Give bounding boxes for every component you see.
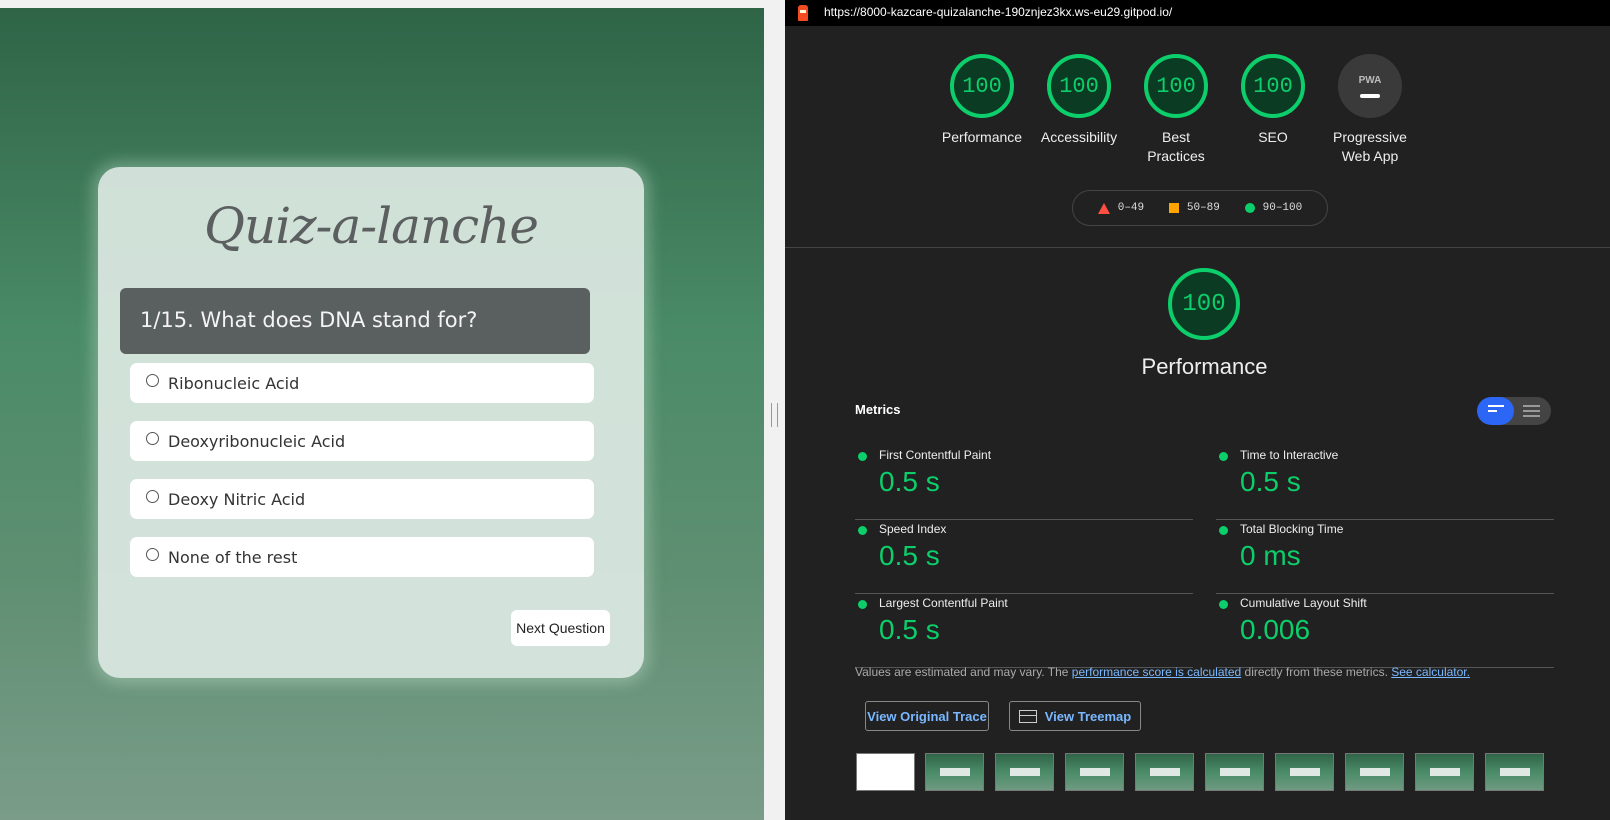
- treemap-icon: [1018, 709, 1037, 723]
- pass-dot-icon: [1219, 452, 1228, 461]
- filmstrip-frame: [1415, 753, 1474, 791]
- metric-name: First Contentful Paint: [879, 448, 992, 462]
- answer-label: None of the rest: [168, 547, 298, 567]
- expanded-list-icon[interactable]: [1523, 405, 1540, 420]
- filmstrip-frame: [995, 753, 1054, 791]
- metric-name: Total Blocking Time: [1240, 522, 1344, 536]
- gauge-label: Accessibility: [1040, 129, 1118, 145]
- metric-tbt: Total Blocking Time 0 ms: [1216, 520, 1554, 594]
- answer-option[interactable]: Deoxyribonucleic Acid: [130, 421, 594, 461]
- question-box: 1/15. What does DNA stand for?: [120, 288, 590, 354]
- view-original-trace-button[interactable]: View Original Trace: [865, 701, 989, 731]
- see-calculator-link[interactable]: See calculator.: [1391, 665, 1470, 679]
- performance-score-gauge: 100: [1168, 268, 1240, 340]
- quiz-title: Quiz-a-lanche: [204, 197, 539, 255]
- score-ring: 100: [1241, 54, 1305, 118]
- pwa-badge-icon: PWA: [1338, 54, 1402, 118]
- metric-name: Speed Index: [879, 522, 947, 536]
- gauge-label: SEO: [1258, 129, 1288, 145]
- score-ring: 100: [950, 54, 1014, 118]
- score-calculated-link[interactable]: performance score is calculated: [1072, 665, 1241, 679]
- quiz-app-pane: Quiz-a-lanche 1/15. What does DNA stand …: [0, 8, 764, 820]
- score-ring: 100: [1047, 54, 1111, 118]
- gauge-accessibility[interactable]: 100 Accessibility: [1029, 54, 1129, 147]
- radio-icon[interactable]: [146, 431, 159, 445]
- gauge-seo[interactable]: 100 SEO: [1223, 54, 1323, 147]
- answer-label: Deoxy Nitric Acid: [168, 489, 306, 509]
- estimate-note: Values are estimated and may vary. The p…: [855, 665, 1470, 679]
- legend-average: 50–89: [1168, 202, 1220, 214]
- collapsed-list-icon: [1488, 405, 1504, 415]
- legend-fail: 0–49: [1097, 202, 1144, 214]
- gauge-pwa[interactable]: PWA Progressive Web App: [1320, 54, 1420, 166]
- gauge-label: Progressive Web App: [1333, 129, 1407, 164]
- answer-label: Deoxyribonucleic Acid: [168, 431, 346, 451]
- lighthouse-report: https://8000-kazcare-quizalanche-190znje…: [785, 0, 1610, 820]
- metrics-heading: Metrics: [855, 402, 901, 417]
- legend-pass: 90–100: [1244, 202, 1302, 214]
- answer-option[interactable]: None of the rest: [130, 537, 594, 577]
- metric-value: 0.5 s: [879, 540, 940, 571]
- view-treemap-button[interactable]: View Treemap: [1009, 701, 1141, 731]
- pass-dot-icon: [1219, 600, 1228, 609]
- filmstrip-frame: [925, 753, 984, 791]
- pass-dot-icon: [858, 452, 867, 461]
- filmstrip-frame: [1205, 753, 1264, 791]
- circle-icon: [1244, 203, 1255, 213]
- gauge-label: Performance: [941, 129, 1023, 145]
- metric-cls: Cumulative Layout Shift 0.006: [1216, 594, 1554, 668]
- answer-option[interactable]: Deoxy Nitric Acid: [130, 479, 594, 519]
- section-divider: [785, 247, 1610, 248]
- metric-name: Time to Interactive: [1240, 448, 1339, 462]
- metric-value: 0.5 s: [879, 466, 940, 497]
- score-legend: 0–49 50–89 90–100: [1072, 190, 1328, 226]
- report-url-bar: https://8000-kazcare-quizalanche-190znje…: [785, 0, 1610, 26]
- filmstrip-frame: [1135, 753, 1194, 791]
- gauge-performance[interactable]: 100 Performance: [932, 54, 1032, 147]
- metric-value: 0.5 s: [1240, 466, 1301, 497]
- square-icon: [1168, 203, 1179, 213]
- answer-label: Ribonucleic Acid: [168, 373, 300, 393]
- question-text: 1/15. What does DNA stand for?: [140, 308, 478, 332]
- filmstrip-frame: [1485, 753, 1544, 791]
- metric-name: Largest Contentful Paint: [879, 596, 1008, 610]
- pane-divider[interactable]: [764, 8, 785, 820]
- performance-title: Performance: [1141, 354, 1268, 379]
- drag-handle-icon[interactable]: [771, 403, 778, 427]
- gauge-best-practices[interactable]: 100 Best Practices: [1126, 54, 1226, 166]
- report-url[interactable]: https://8000-kazcare-quizalanche-190znje…: [824, 5, 1172, 19]
- metric-name: Cumulative Layout Shift: [1240, 596, 1367, 610]
- metric-value: 0 ms: [1240, 540, 1301, 571]
- filmstrip-frame: [1345, 753, 1404, 791]
- triangle-icon: [1097, 202, 1110, 214]
- score-ring: 100: [1144, 54, 1208, 118]
- lighthouse-icon: [798, 5, 808, 21]
- compact-view-button[interactable]: [1477, 397, 1514, 425]
- metrics-view-toggle[interactable]: [1477, 397, 1551, 425]
- radio-icon[interactable]: [146, 489, 159, 503]
- metric-tti: Time to Interactive 0.5 s: [1216, 446, 1554, 520]
- filmstrip-frame: [1065, 753, 1124, 791]
- filmstrip-frame: [856, 753, 915, 791]
- metric-speed-index: Speed Index 0.5 s: [855, 520, 1193, 594]
- radio-icon[interactable]: [146, 373, 159, 387]
- metric-lcp: Largest Contentful Paint 0.5 s: [855, 594, 1193, 668]
- next-question-button[interactable]: Next Question: [511, 610, 610, 646]
- metric-value: 0.5 s: [879, 614, 940, 645]
- radio-icon[interactable]: [146, 547, 159, 561]
- pass-dot-icon: [1219, 526, 1228, 535]
- gauge-label: Best Practices: [1147, 129, 1205, 164]
- pass-dot-icon: [858, 526, 867, 535]
- metric-value: 0.006: [1240, 614, 1311, 645]
- quiz-card: Quiz-a-lanche 1/15. What does DNA stand …: [98, 167, 644, 678]
- metric-fcp: First Contentful Paint 0.5 s: [855, 446, 1193, 520]
- filmstrip-frame: [1275, 753, 1334, 791]
- pass-dot-icon: [858, 600, 867, 609]
- answer-option[interactable]: Ribonucleic Acid: [130, 363, 594, 403]
